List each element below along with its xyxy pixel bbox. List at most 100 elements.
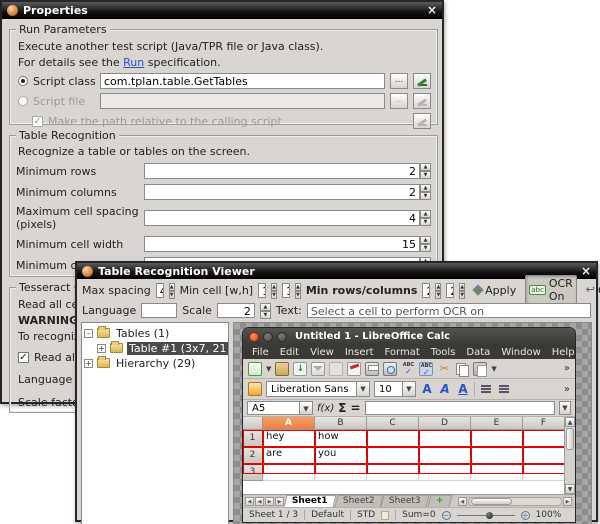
grid-row-2: 2 are you xyxy=(243,447,575,464)
ocr-on-toggle[interactable]: abc OCR On xyxy=(525,275,577,305)
cell-c3 xyxy=(367,464,419,481)
table-recognition-group: Table Recognition Recognize a table or t… xyxy=(9,135,438,277)
viewer-min-rows-input[interactable]: 2 xyxy=(422,283,430,298)
script-class-browse-button[interactable]: ... xyxy=(390,73,408,89)
min-cell-width-input[interactable]: 15 xyxy=(144,236,420,252)
min-cell-w-spinner[interactable]: ▲▼ xyxy=(271,283,277,298)
viewer-min-cols-input[interactable]: 2 xyxy=(446,283,454,298)
min-cell-width-spinner[interactable]: ▲▼ xyxy=(420,236,431,252)
spellcheck-icon: ABC xyxy=(401,362,415,376)
min-columns-label: Minimum columns xyxy=(16,186,144,199)
min-columns-spinner[interactable]: ▲▼ xyxy=(420,184,431,200)
expand-icon[interactable]: + xyxy=(84,359,93,368)
row-header-1: 1 xyxy=(243,430,263,447)
viewer-language-input[interactable] xyxy=(141,303,177,318)
row-header-2: 2 xyxy=(243,447,263,464)
max-spacing-input[interactable]: 4 xyxy=(156,283,164,298)
viewer-titlebar[interactable]: Table Recognition Viewer × xyxy=(77,263,596,279)
relative-path-label: Make the path relative to the calling sc… xyxy=(48,115,408,128)
first-sheet-icon: ◀ xyxy=(245,497,254,506)
ocr-text-output[interactable]: Select a cell to perform OCR on xyxy=(307,303,591,318)
apply-icon xyxy=(472,284,483,295)
read-all-cells-checkbox[interactable]: ✓ xyxy=(18,352,29,363)
cell-e1 xyxy=(471,430,523,447)
status-sum: Sum=0 xyxy=(402,510,435,520)
max-cell-spacing-input[interactable]: 4 xyxy=(144,210,420,226)
viewer-min-cols-spinner[interactable]: ▲▼ xyxy=(459,283,465,298)
run-spec-link[interactable]: Run xyxy=(123,56,144,69)
tree-item-hierarchy[interactable]: + Hierarchy (29) xyxy=(84,356,226,370)
viewer-close-icon[interactable]: × xyxy=(581,266,591,277)
min-cell-wh-label: Min cell [w,h] xyxy=(180,284,254,297)
min-columns-input[interactable]: 2 xyxy=(144,184,420,200)
folder-icon xyxy=(97,328,110,338)
cell-a3 xyxy=(263,464,315,481)
open-icon: ↩ xyxy=(586,285,595,295)
screenshot-panel[interactable]: Untitled 1 - LibreOffice Calc File Edit … xyxy=(233,322,592,524)
select-all-corner xyxy=(243,417,263,430)
run-description-line1: Execute another test script (Java/TPR fi… xyxy=(18,40,431,53)
collapse-icon[interactable]: - xyxy=(84,329,93,338)
expand-icon[interactable]: + xyxy=(97,344,106,353)
script-class-radio[interactable] xyxy=(18,76,28,86)
menu-data: Data xyxy=(466,347,490,358)
min-cell-width-label: Minimum cell width xyxy=(16,238,144,251)
scroll-down-icon: ▼ xyxy=(565,484,575,494)
zoom-in-icon: + xyxy=(521,511,530,520)
apply-button[interactable]: Apply xyxy=(470,282,520,299)
script-file-label: Script file xyxy=(33,95,95,108)
max-cell-spacing-spinner[interactable]: ▲▼ xyxy=(420,210,431,226)
properties-titlebar[interactable]: Properties × xyxy=(2,2,442,19)
formula-bar-dropdown-icon: ▼ xyxy=(559,401,571,415)
min-cell-w-input[interactable]: 15 xyxy=(258,283,266,298)
grid-row-1: 1 hey how xyxy=(243,430,575,447)
close-icon[interactable]: × xyxy=(427,5,437,16)
min-cell-h-input[interactable]: 10 xyxy=(282,283,290,298)
open-file-icon xyxy=(275,362,289,376)
autospellcheck-icon: ABC xyxy=(419,362,433,376)
script-class-input[interactable]: com.tplan.table.GetTables xyxy=(100,73,385,89)
status-zoom-percent: 100% xyxy=(536,510,562,520)
name-box-dropdown-icon: ▼ xyxy=(299,402,312,414)
min-cell-width-row: Minimum cell width 15 ▲▼ xyxy=(16,236,431,252)
column-header-f: F xyxy=(523,417,565,430)
viewer-toolbar-row2: Language Scale 2 ▲▼ Text: Select a cell … xyxy=(77,299,596,319)
viewer-scale-spinner[interactable]: ▲▼ xyxy=(260,303,271,318)
hscroll-left-icon: ◀ xyxy=(458,497,467,506)
cell-c2 xyxy=(367,447,419,464)
max-spacing-label: Max spacing xyxy=(82,284,151,297)
viewer-min-rows-spinner[interactable]: ▲▼ xyxy=(435,283,441,298)
cell-b3 xyxy=(315,464,367,481)
desktop: Properties × Run Parameters Execute anot… xyxy=(0,0,600,524)
ocr-language-label: Language xyxy=(18,373,78,386)
script-file-input[interactable] xyxy=(100,93,385,109)
column-header-d: D xyxy=(419,417,471,430)
font-name-dropdown-icon: ▼ xyxy=(356,382,369,396)
min-cell-h-spinner[interactable]: ▲▼ xyxy=(295,283,301,298)
table-recognition-viewer-window: Table Recognition Viewer × Max spacing 4… xyxy=(75,261,598,522)
relative-path-checkbox[interactable]: ✓ xyxy=(32,116,43,127)
prev-sheet-icon: ◀ xyxy=(255,497,264,506)
calc-status-bar: Sheet 1 / 3 Default STD Sum=0 − + 100% xyxy=(243,507,575,522)
column-header-a: A xyxy=(263,417,315,430)
viewer-language-label: Language xyxy=(82,304,136,317)
open-button[interactable]: ↩ Open xyxy=(582,282,600,299)
cell-e3 xyxy=(471,464,523,481)
tree-item-tables[interactable]: - Tables (1) xyxy=(84,326,226,340)
viewer-scale-input[interactable]: 2 xyxy=(217,303,255,318)
menu-view: View xyxy=(310,347,334,358)
min-rows-spinner[interactable]: ▲▼ xyxy=(420,163,431,179)
tree-item-table1[interactable]: + Table #1 (3x7, 21 cells) xyxy=(84,341,226,355)
min-rows-input[interactable]: 2 xyxy=(144,163,420,179)
formula-icon: = xyxy=(350,401,360,415)
script-class-edit-icon[interactable] xyxy=(413,73,431,89)
name-box: A5 ▼ xyxy=(247,401,313,415)
folder-icon xyxy=(97,358,110,368)
formatting-overflow-icon: » xyxy=(564,384,570,395)
max-spacing-spinner[interactable]: ▲▼ xyxy=(169,283,175,298)
formula-input xyxy=(365,401,555,415)
script-file-radio[interactable] xyxy=(18,96,28,106)
calc-grid: A B C D E F 1 hey how xyxy=(243,417,575,494)
add-sheet-icon: + xyxy=(428,495,453,507)
script-file-browse-button[interactable]: ... xyxy=(390,93,408,109)
